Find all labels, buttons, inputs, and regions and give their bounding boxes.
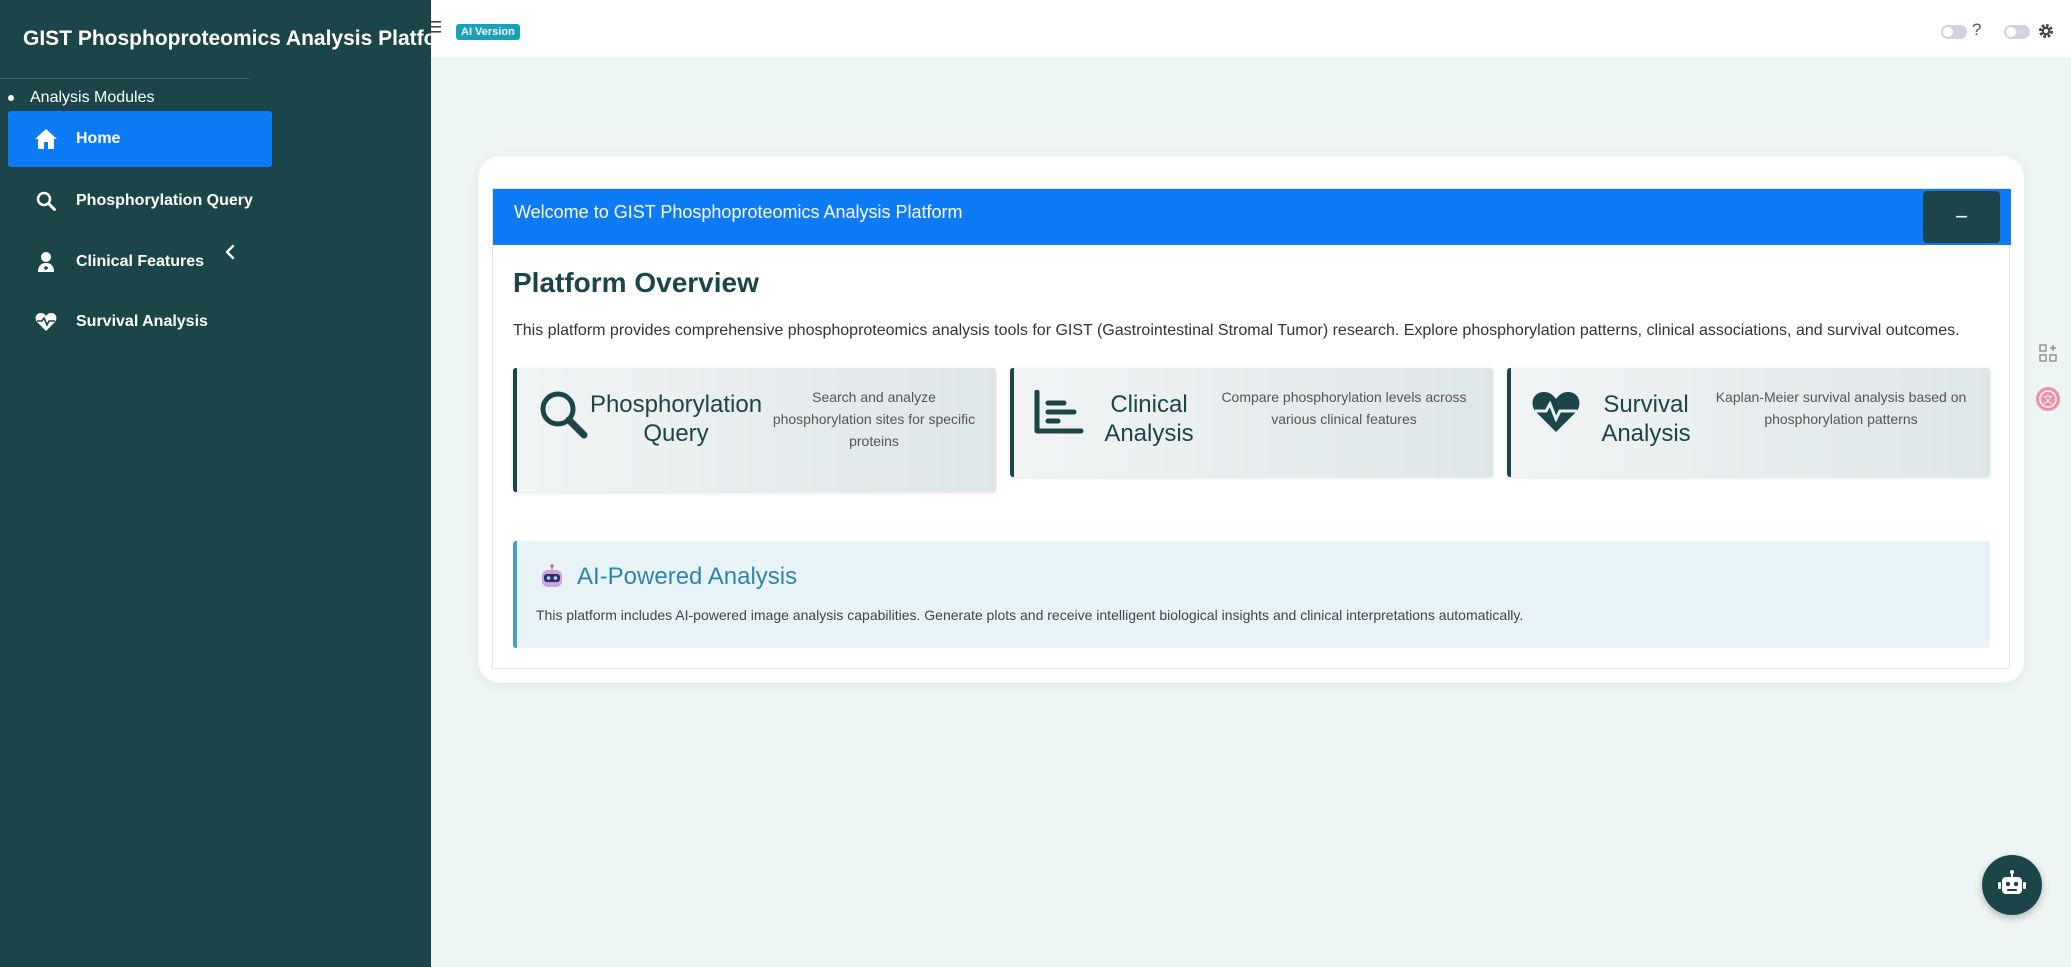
sidebar-item-label: Home	[76, 130, 121, 147]
sidebar-item-label: Clinical Features	[76, 253, 205, 270]
ai-analysis-panel: AI-Powered Analysis This platform includ…	[513, 541, 1990, 648]
sidebar-section-header: Analysis Modules	[8, 89, 155, 107]
feature-description-line: Search and analyze	[812, 389, 936, 405]
robot-emoji-icon	[539, 564, 565, 590]
collapse-button[interactable]: −	[1923, 191, 2000, 243]
feature-title-line: Clinical	[1110, 391, 1188, 418]
home-icon	[32, 125, 60, 153]
feature-title-line: Phosphorylation	[589, 391, 763, 418]
chart-bar-icon	[1034, 389, 1086, 442]
ai-panel-title: AI-Powered Analysis	[577, 563, 798, 590]
feature-card-phosphorylation-query[interactable]: Phosphorylation Query Search and analyze…	[513, 368, 996, 492]
sidebar-section-label: Analysis Modules	[30, 89, 155, 106]
feature-description-line: phosphorylation sites for specific	[772, 411, 976, 427]
feature-description: Search and analyze phosphorylation sites…	[767, 386, 981, 452]
welcome-box: Welcome to GIST Phosphoproteomics Analys…	[492, 188, 2011, 669]
gear-icon[interactable]	[2037, 22, 2055, 40]
welcome-title: Welcome to GIST Phosphoproteomics Analys…	[514, 202, 963, 222]
user-doctor-icon	[32, 248, 60, 276]
sidebar-item-phosphorylation-query[interactable]: Phosphorylation Query	[8, 173, 272, 229]
chat-assistant-button[interactable]	[1982, 855, 2042, 915]
feature-title: Phosphorylation Query	[585, 390, 767, 448]
welcome-header: Welcome to GIST Phosphoproteomics Analys…	[493, 189, 2011, 245]
heart-pulse-icon	[1531, 390, 1583, 442]
ai-panel-description: This platform includes AI-powered image …	[536, 607, 1524, 623]
feature-title: Clinical Analysis	[1094, 390, 1204, 448]
feature-description-line: Kaplan-Meier survival analysis based on	[1715, 389, 1967, 405]
feature-card-clinical-analysis[interactable]: Clinical Analysis Compare phosphorylatio…	[1010, 368, 1493, 477]
overview-description: This platform provides comprehensive pho…	[513, 322, 1960, 339]
feature-description-line: proteins	[849, 433, 899, 449]
settings-toggle[interactable]	[2004, 25, 2030, 39]
hamburger-menu-icon[interactable]	[431, 20, 441, 34]
brand-divider	[0, 78, 249, 79]
feature-title-line: Analysis	[1601, 420, 1691, 447]
sidebar-item-survival-analysis[interactable]: Survival Analysis	[8, 294, 272, 350]
page-title: Platform Overview	[513, 267, 759, 298]
svg-text:文: 文	[2043, 393, 2053, 406]
feature-title: Survival Analysis	[1591, 390, 1701, 448]
search-icon	[537, 388, 589, 440]
translate-assistant-icon[interactable]: 文	[2033, 384, 2063, 414]
search-icon	[32, 187, 60, 215]
ai-version-badge: AI Version	[456, 24, 520, 40]
feature-title-line: Analysis	[1104, 420, 1194, 447]
feature-card-survival-analysis[interactable]: Survival Analysis Kaplan-Meier survival …	[1507, 368, 1990, 477]
feature-description-line: Compare phosphorylation levels across	[1221, 389, 1467, 405]
minus-icon: −	[1955, 204, 1968, 229]
feature-description-line: phosphorylation patterns	[1764, 411, 1918, 427]
sidebar-item-label: Survival Analysis	[76, 313, 208, 330]
sidebar-item-label: Phosphorylation Query	[76, 192, 253, 209]
help-icon[interactable]: ?	[1972, 20, 1981, 40]
feature-description-line: various clinical features	[1271, 411, 1417, 427]
help-toggle[interactable]	[1941, 25, 1967, 39]
top-bar: AI Version ?	[431, 0, 2071, 57]
sidebar-item-home[interactable]: Home	[8, 111, 272, 167]
sidebar: GIST Phosphoproteomics Analysis Platform…	[0, 0, 463, 967]
robot-icon	[1997, 869, 2027, 901]
feature-description: Compare phosphorylation levels across va…	[1209, 386, 1479, 430]
apps-add-icon[interactable]	[2033, 338, 2063, 368]
feature-title-line: Survival	[1603, 391, 1689, 418]
chevron-left-icon[interactable]	[222, 240, 238, 264]
brand-title[interactable]: GIST Phosphoproteomics Analysis Platform	[23, 27, 463, 51]
feature-title-line: Query	[643, 420, 709, 447]
bullet-icon	[8, 95, 14, 101]
heart-pulse-icon	[32, 308, 60, 336]
feature-description: Kaplan-Meier survival analysis based on …	[1706, 386, 1976, 430]
